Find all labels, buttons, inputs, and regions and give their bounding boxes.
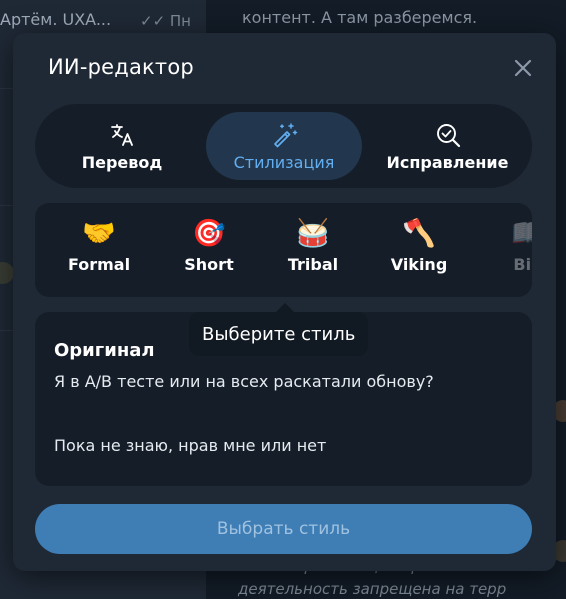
check-search-icon [436,123,460,147]
original-title: Оригинал [54,340,155,361]
style-viking[interactable]: 🪓 Viking [374,217,464,274]
message-text: контент. А там разберемся. [242,8,478,27]
tab-correction[interactable]: Исправление [375,112,520,180]
book-icon: 📖 [511,218,532,249]
handshake-icon: 🤝 [82,218,116,249]
tab-label: Стилизация [233,152,335,172]
tooltip: Выберите стиль [189,312,369,356]
drum-icon: 🥁 [296,218,330,249]
original-text: Я в A/B тесте или на всех раскатали обно… [54,372,434,391]
axe-icon: 🪓 [402,218,436,249]
avatar [0,262,14,284]
style-label: Formal [67,255,131,274]
close-icon [514,59,532,77]
chat-title[interactable]: Артём. UXA... [0,10,111,29]
style-list: 🤝 Formal 🎯 Short 🥁 Tribal 🪓 Viking 📖 Bib [35,203,532,297]
style-label: Short [184,255,234,274]
style-label: Tribal [287,255,339,274]
tab-label: Исправление [386,152,509,172]
target-icon: 🎯 [192,218,226,249]
mode-tabs: Перевод Стилизация Исправление [35,104,532,188]
close-button[interactable] [510,55,536,81]
style-label: Bib [513,255,532,274]
tab-label: Перевод [81,152,163,172]
message-text: деятельность запрещена на терр [238,580,507,598]
ai-editor-dialog: ИИ-редактор Перевод Стилизация Исправлен… [13,33,556,571]
chat-time-value: Пн [169,12,191,30]
style-formal[interactable]: 🤝 Formal [54,217,144,274]
style-bib[interactable]: 📖 Bib [483,217,532,274]
chat-time: ✓✓ Пн [140,12,191,30]
read-checks-icon: ✓✓ [140,12,170,30]
tab-translate[interactable]: Перевод [53,112,191,180]
tab-stylize[interactable]: Стилизация [206,112,362,180]
tooltip-arrow [276,303,294,312]
style-label: Viking [390,255,448,274]
original-text: Пока не знаю, нрав мне или нет [54,436,327,455]
select-style-button[interactable]: Выбрать стиль [35,504,532,554]
style-short[interactable]: 🎯 Short [164,217,254,274]
translate-icon [111,123,133,146]
style-tribal[interactable]: 🥁 Tribal [268,217,358,274]
magic-wand-icon [274,122,298,147]
dialog-title: ИИ-редактор [48,55,194,79]
